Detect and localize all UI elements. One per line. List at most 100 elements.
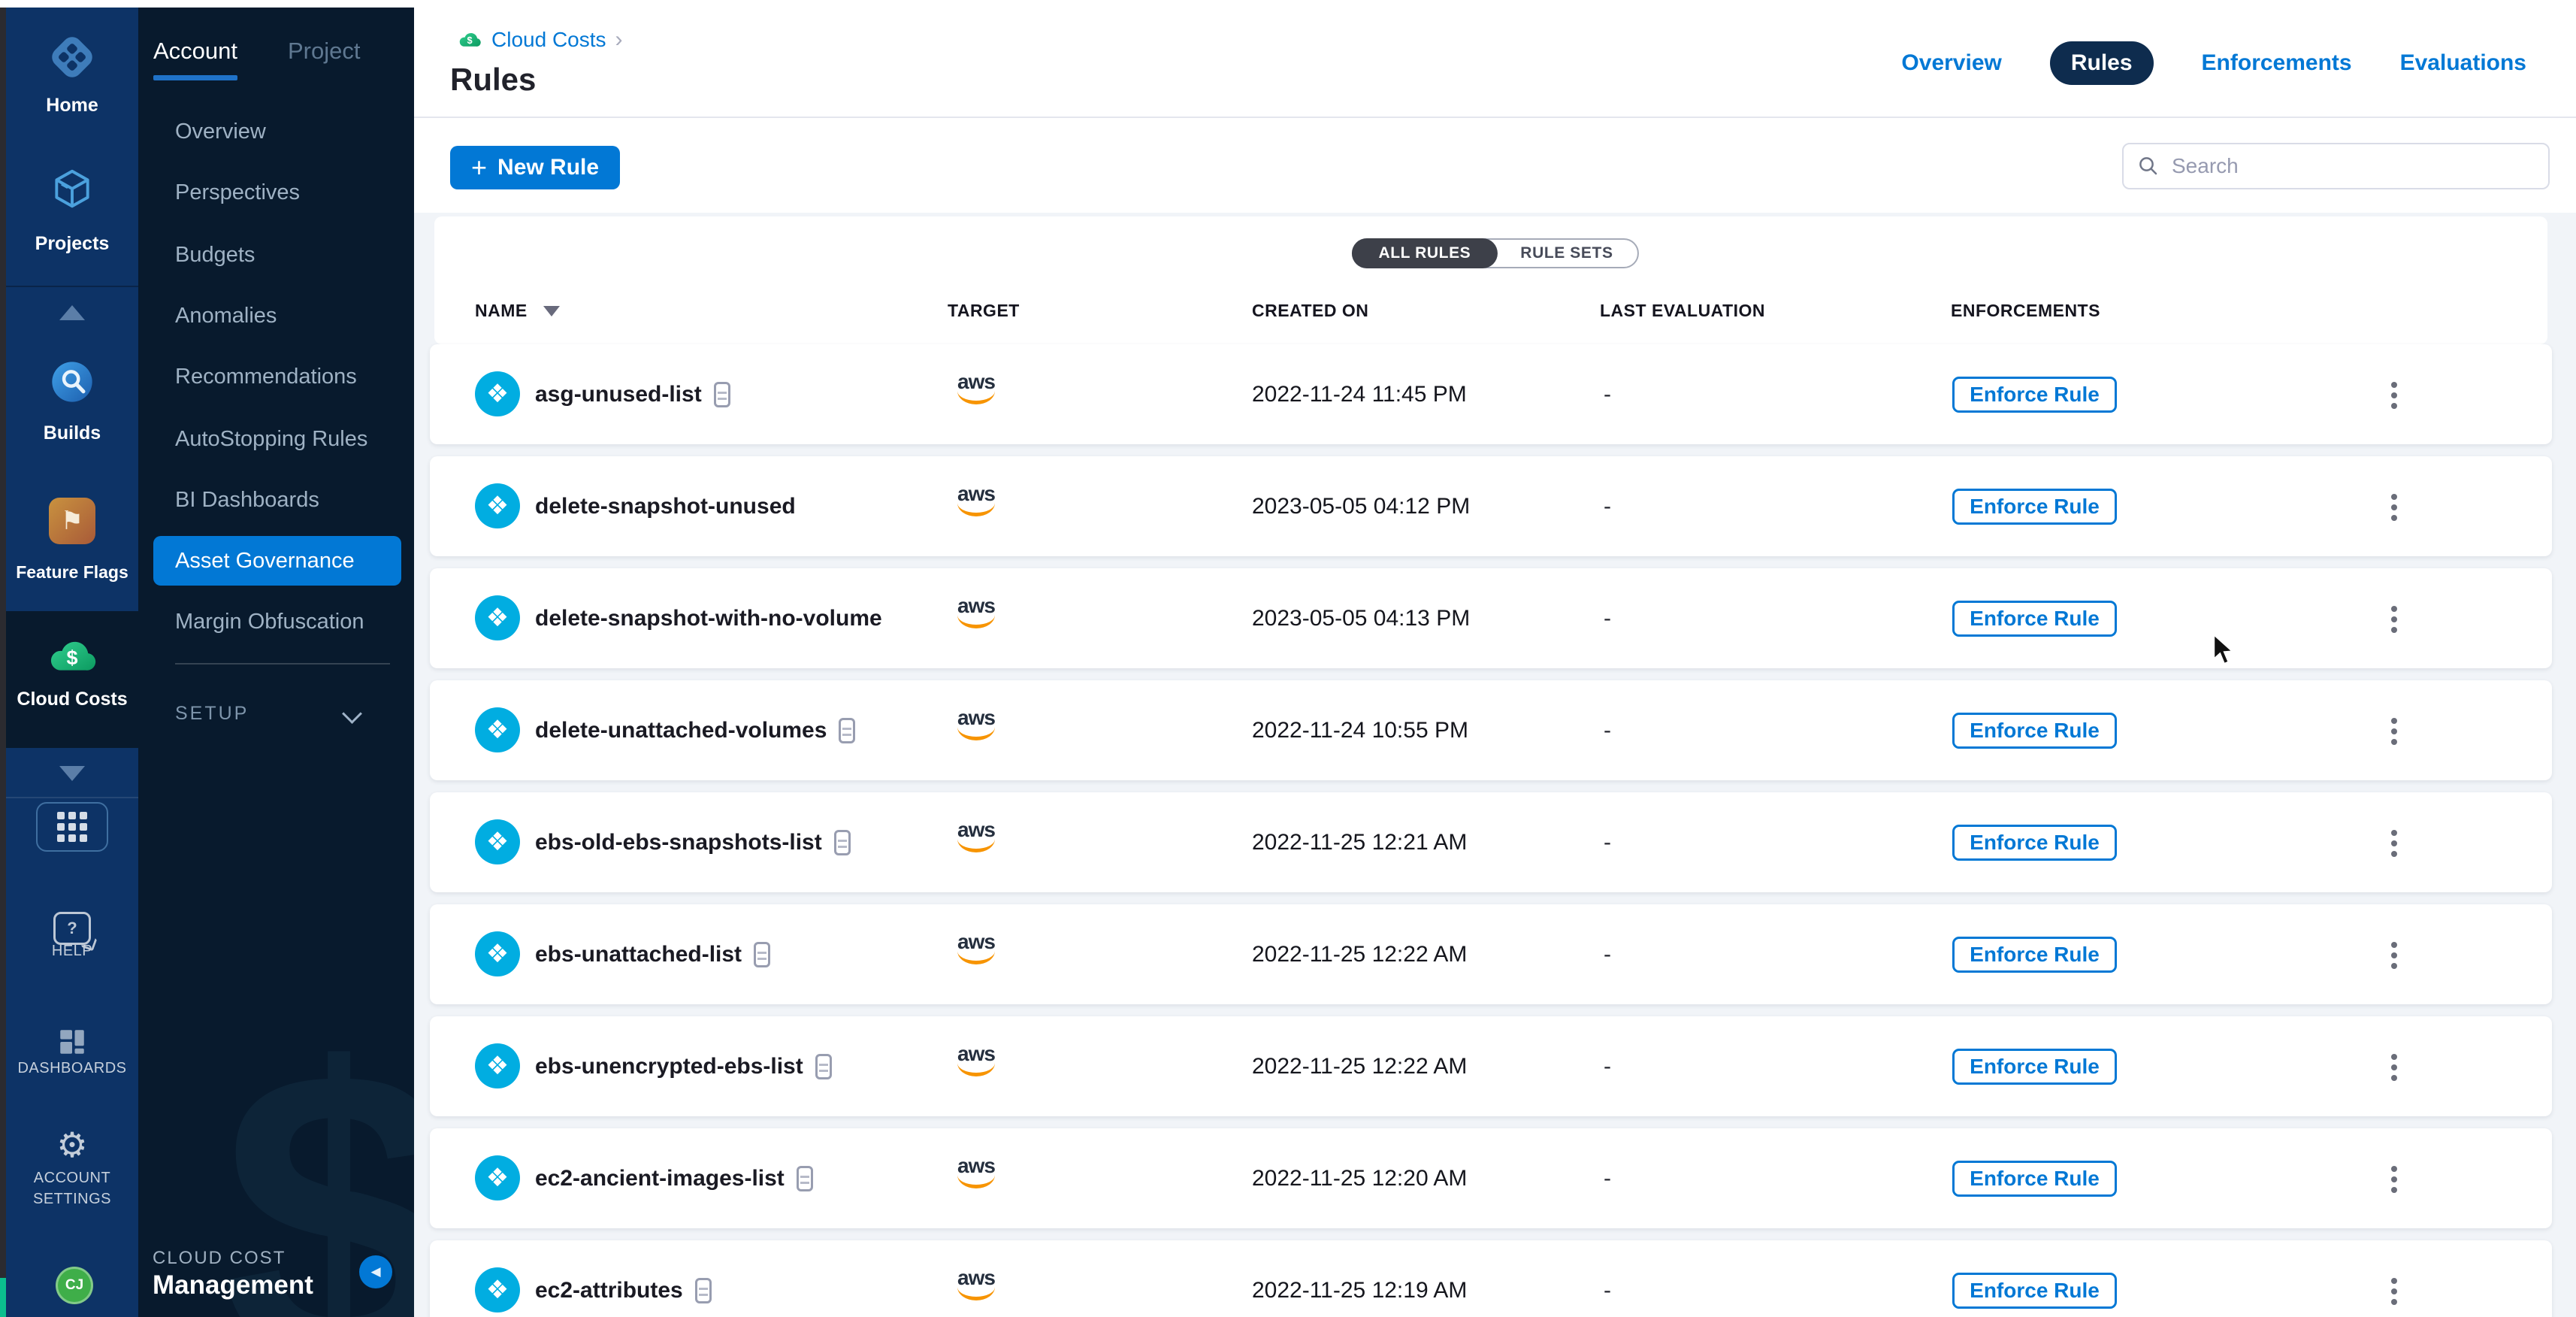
rules-top-nav: Overview Rules Enforcements Evaluations bbox=[1901, 39, 2526, 87]
sidebar-item-margin-obfuscation[interactable]: Margin Obfuscation bbox=[175, 597, 364, 646]
enforce-rule-button[interactable]: Enforce Rule bbox=[1952, 489, 2117, 525]
harness-logo-icon[interactable] bbox=[6, 31, 138, 87]
sidebar-item-cloud-costs[interactable]: Cloud Costs bbox=[6, 689, 138, 710]
chevron-down-icon[interactable] bbox=[342, 704, 362, 724]
note-icon bbox=[815, 1054, 832, 1079]
sidebar-item-autostopping-rules[interactable]: AutoStopping Rules bbox=[175, 414, 367, 464]
rule-name[interactable]: ec2-ancient-images-list bbox=[535, 1166, 785, 1191]
projects-icon[interactable] bbox=[6, 165, 138, 216]
divider bbox=[6, 797, 138, 798]
toggle-all-rules[interactable]: ALL RULES bbox=[1351, 238, 1498, 268]
kebab-menu-icon[interactable] bbox=[2384, 491, 2405, 524]
kebab-menu-icon[interactable] bbox=[2384, 379, 2405, 412]
module-picker-icon[interactable] bbox=[36, 802, 108, 852]
aws-target-icon: aws bbox=[950, 371, 1002, 404]
divider bbox=[6, 286, 138, 287]
rule-name[interactable]: delete-snapshot-with-no-volume bbox=[535, 606, 882, 631]
kebab-menu-icon[interactable] bbox=[2384, 827, 2405, 860]
rules-list-area: ALL RULES RULE SETS NAME TARGET CREATED … bbox=[414, 213, 2576, 1317]
rule-name[interactable]: ebs-old-ebs-snapshots-list bbox=[535, 830, 822, 855]
kebab-menu-icon[interactable] bbox=[2384, 715, 2405, 748]
tab-account[interactable]: Account bbox=[153, 38, 237, 65]
rule-name[interactable]: ec2-attributes bbox=[535, 1278, 683, 1303]
enforce-rule-button[interactable]: Enforce Rule bbox=[1952, 713, 2117, 749]
main-content: $ Cloud Costs › Rules Overview Rules Enf… bbox=[414, 8, 2576, 1317]
sidebar-item-projects[interactable]: Projects bbox=[6, 233, 138, 255]
sidebar-item-budgets[interactable]: Budgets bbox=[175, 230, 255, 280]
enforce-rule-button[interactable]: Enforce Rule bbox=[1952, 1273, 2117, 1309]
rule-icon: ❖ bbox=[475, 819, 520, 864]
kebab-menu-icon[interactable] bbox=[2384, 939, 2405, 972]
sidebar-item-feature-flags[interactable]: Feature Flags bbox=[6, 562, 138, 583]
sidebar-item-dashboards[interactable]: DASHBOARDS bbox=[6, 1060, 138, 1077]
rule-name[interactable]: ebs-unencrypted-ebs-list bbox=[535, 1054, 803, 1079]
rule-name[interactable]: asg-unused-list bbox=[535, 382, 702, 407]
enforce-rule-button[interactable]: Enforce Rule bbox=[1952, 1161, 2117, 1197]
sidebar-item-help[interactable]: HELP bbox=[6, 943, 138, 960]
scroll-down-icon[interactable] bbox=[6, 766, 138, 781]
sidebar-item-overview[interactable]: Overview bbox=[175, 107, 266, 156]
enforce-rule-button[interactable]: Enforce Rule bbox=[1952, 601, 2117, 637]
table-row[interactable]: ❖ ebs-old-ebs-snapshots-list aws 2022-11… bbox=[430, 792, 2552, 892]
rule-icon: ❖ bbox=[475, 1043, 520, 1088]
tab-overview[interactable]: Overview bbox=[1901, 50, 2001, 76]
sidebar-item-recommendations[interactable]: Recommendations bbox=[175, 352, 357, 401]
toggle-rule-sets[interactable]: RULE SETS bbox=[1496, 240, 1637, 267]
new-rule-button[interactable]: + New Rule bbox=[450, 146, 620, 189]
table-row[interactable]: ❖ ebs-unattached-list aws 2022-11-25 12:… bbox=[430, 904, 2552, 1004]
sidebar-item-account-settings[interactable]: ACCOUNT bbox=[6, 1170, 138, 1187]
brand-line1: CLOUD COST bbox=[153, 1248, 286, 1269]
tab-project[interactable]: Project bbox=[288, 38, 360, 65]
rule-icon: ❖ bbox=[475, 371, 520, 416]
created-on: 2022-11-25 12:21 AM bbox=[1252, 792, 1467, 892]
kebab-menu-icon[interactable] bbox=[2384, 1051, 2405, 1084]
sidebar-item-account-settings-line2[interactable]: SETTINGS bbox=[6, 1191, 138, 1208]
plus-icon: + bbox=[471, 154, 487, 181]
setup-section-label[interactable]: SETUP bbox=[175, 701, 249, 726]
rule-name[interactable]: delete-unattached-volumes bbox=[535, 718, 827, 743]
last-evaluation: - bbox=[1604, 344, 1611, 444]
sidebar-item-asset-governance[interactable]: Asset Governance bbox=[175, 536, 355, 586]
table-row[interactable]: ❖ delete-snapshot-with-no-volume aws 202… bbox=[430, 568, 2552, 668]
table-row[interactable]: ❖ ec2-attributes aws 2022-11-25 12:19 AM… bbox=[430, 1240, 2552, 1317]
builds-icon[interactable] bbox=[6, 358, 138, 410]
table-row[interactable]: ❖ ec2-ancient-images-list aws 2022-11-25… bbox=[430, 1128, 2552, 1228]
help-icon[interactable]: ? bbox=[6, 912, 138, 945]
gear-icon[interactable]: ⚙ bbox=[6, 1128, 138, 1162]
avatar[interactable]: CJ bbox=[56, 1267, 93, 1304]
feature-flags-icon[interactable]: ⚑ bbox=[6, 498, 138, 544]
table-row[interactable]: ❖ delete-snapshot-unused aws 2023-05-05 … bbox=[430, 456, 2552, 556]
collapse-sidebar-button[interactable]: ◀ bbox=[359, 1255, 392, 1288]
table-row[interactable]: ❖ delete-unattached-volumes aws 2022-11-… bbox=[430, 680, 2552, 780]
rule-name[interactable]: ebs-unattached-list bbox=[535, 942, 742, 967]
search-input[interactable] bbox=[2170, 153, 2535, 179]
last-evaluation: - bbox=[1604, 904, 1611, 1004]
tab-evaluations[interactable]: Evaluations bbox=[2400, 50, 2526, 76]
column-header-last-eval: LAST EVALUATION bbox=[1600, 301, 1765, 321]
dashboards-icon[interactable] bbox=[6, 1026, 138, 1061]
sidebar-item-builds[interactable]: Builds bbox=[6, 422, 138, 444]
sort-descending-icon[interactable] bbox=[543, 306, 560, 316]
tab-enforcements[interactable]: Enforcements bbox=[2202, 50, 2352, 76]
sidebar-item-anomalies[interactable]: Anomalies bbox=[175, 291, 277, 341]
kebab-menu-icon[interactable] bbox=[2384, 603, 2405, 636]
table-row[interactable]: ❖ ebs-unencrypted-ebs-list aws 2022-11-2… bbox=[430, 1016, 2552, 1116]
enforce-rule-button[interactable]: Enforce Rule bbox=[1952, 1049, 2117, 1085]
sidebar-item-bi-dashboards[interactable]: BI Dashboards bbox=[175, 475, 319, 525]
enforce-rule-button[interactable]: Enforce Rule bbox=[1952, 825, 2117, 861]
scroll-up-icon[interactable] bbox=[6, 305, 138, 320]
breadcrumb-link-cloud-costs[interactable]: Cloud Costs bbox=[491, 28, 606, 52]
kebab-menu-icon[interactable] bbox=[2384, 1163, 2405, 1196]
sidebar-item-perspectives[interactable]: Perspectives bbox=[175, 168, 300, 217]
table-row[interactable]: ❖ asg-unused-list aws 2022-11-24 11:45 P… bbox=[430, 344, 2552, 444]
cloud-costs-breadcrumb-icon: $ bbox=[457, 27, 482, 53]
enforce-rule-button[interactable]: Enforce Rule bbox=[1952, 937, 2117, 973]
rule-name[interactable]: delete-snapshot-unused bbox=[535, 494, 796, 519]
cloud-costs-icon[interactable]: $ bbox=[6, 629, 138, 687]
kebab-menu-icon[interactable] bbox=[2384, 1275, 2405, 1308]
tab-rules[interactable]: Rules bbox=[2050, 41, 2154, 85]
sidebar-item-home[interactable]: Home bbox=[6, 95, 138, 117]
column-header-name[interactable]: NAME bbox=[475, 301, 528, 321]
note-icon bbox=[695, 1278, 712, 1303]
enforce-rule-button[interactable]: Enforce Rule bbox=[1952, 377, 2117, 413]
